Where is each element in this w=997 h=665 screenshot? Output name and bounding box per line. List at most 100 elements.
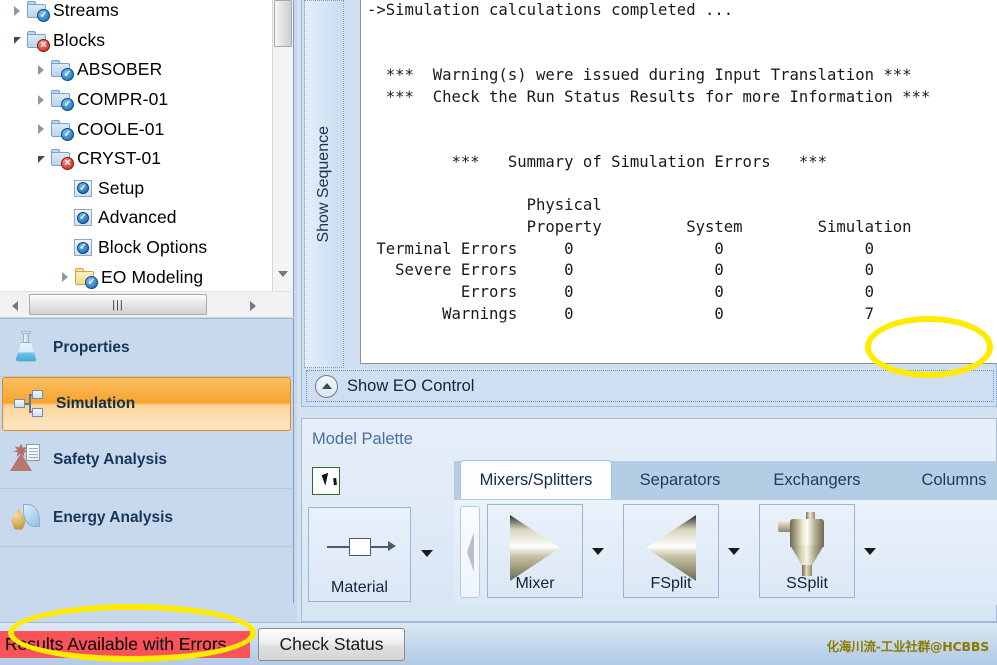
nav-item-label: Simulation [56,395,136,412]
ok-badge-icon: ✓ [37,9,50,23]
simulation-blocks-icon [12,387,46,421]
error-badge-icon: ✕ [61,157,74,171]
nav-item-energy-analysis[interactable]: Energy Analysis [0,489,293,547]
palette-tab-columns[interactable]: Columns [894,461,997,499]
palette-tab-exchangers[interactable]: Exchangers [754,461,880,499]
tree-item[interactable]: ✓ COMPR-01 [0,85,272,115]
expand-triangle-icon[interactable] [8,0,26,26]
status-bar: Results Available with Errors Check Stat… [0,622,997,665]
palette-block-dropdown-arrow-icon[interactable] [864,548,876,555]
tree-vertical-scrollbar[interactable] [272,0,293,291]
palette-scroll-left[interactable] [460,506,480,598]
expand-triangle-icon[interactable] [32,85,50,115]
palette-block-row: Mixer FSplit SSplit [454,499,997,605]
palette-block-fsplit[interactable]: FSplit [623,504,719,598]
scrollbar-grip-icon: ||| [112,298,124,311]
palette-tab-label: Separators [639,470,721,489]
tree-item[interactable]: ✓ Advanced [0,203,272,233]
mode-navigation-list: Properties Simulation Safety Analysis Energ… [0,318,294,603]
nav-item-properties[interactable]: Properties [0,319,293,377]
material-label: Material [331,579,388,596]
show-eo-control-label: Show EO Control [347,376,475,395]
palette-block-label: Mixer [515,575,555,592]
tree-item[interactable]: ✓ Block Options [0,233,272,263]
check-status-button[interactable]: Check Status [258,628,405,661]
tree-items-container: ✓ Streams ✕ Blocks ✓ ABSOBER ✓ COMPR-01 ✓ COOLE-0… [0,0,272,291]
ok-badge-icon: ✓ [61,98,74,112]
scroll-down-arrow-icon[interactable] [278,271,288,277]
tree-item-label: EO Modeling [101,266,204,287]
aspen-plus-window: ✓ Streams ✕ Blocks ✓ ABSOBER ✓ COMPR-01 ✓ COOLE-0… [0,0,997,665]
tree-item[interactable]: ✓ Setup [0,174,272,204]
energy-analysis-icon [9,501,43,535]
folder-blue-icon: ✕ [50,149,74,171]
material-stream-button[interactable]: Material [308,507,411,602]
watermark-text: 化海川流-工业社群@HCBBS [826,639,990,654]
fsplit-triangle-icon [646,515,696,581]
tree-item[interactable]: ✕ CRYST-01 [0,144,272,174]
palette-block-mixer[interactable]: Mixer [487,504,583,598]
scrollbar-thumb[interactable] [274,0,292,47]
navigation-tree[interactable]: ✓ Streams ✕ Blocks ✓ ABSOBER ✓ COMPR-01 ✓ COOLE-0… [0,0,294,291]
safety-analysis-icon [9,443,43,477]
nav-item-label: Energy Analysis [53,508,174,526]
palette-tab-label: Columns [921,470,987,489]
folder-blue-icon: ✓ [50,60,74,82]
flask-icon [9,330,43,365]
palette-block-dropdown-arrow-icon[interactable] [592,548,604,555]
status-badge: Results Available with Errors [0,631,250,658]
checkbox-page-icon: ✓ [74,179,93,198]
tree-item-label: ABSOBER [77,59,163,80]
material-stream-icon [327,534,397,560]
material-dropdown-arrow-icon[interactable] [421,550,433,557]
tree-item-label: COMPR-01 [77,89,169,110]
collapse-triangle-icon[interactable] [32,144,50,174]
show-eo-control-bar[interactable]: Show EO Control [306,370,994,402]
tree-item[interactable]: ✓ COOLE-01 [0,114,272,144]
checkbox-page-icon: ✓ [74,208,93,227]
palette-tab-separators[interactable]: Separators [618,461,742,499]
mixer-triangle-icon [510,515,560,581]
tree-item-label: CRYST-01 [77,148,162,169]
palette-block-label: SSplit [786,575,828,592]
simulation-output-text: ->Simulation calculations completed ... … [367,1,931,323]
checkbox-page-icon: ✓ [74,238,93,257]
tree-item-label: Block Options [98,237,208,258]
tree-item[interactable]: ✓ Streams [0,0,272,26]
model-palette: Model Palette Material Mixers/Splitters S… [301,418,997,622]
palette-tabstrip: Mixers/Splitters Separators Exchangers Colu… [454,460,997,500]
nav-item-simulation[interactable]: Simulation [2,377,291,431]
tree-item-label: Streams [53,0,119,21]
expand-triangle-icon[interactable] [32,55,50,85]
tree-item[interactable]: ✕ Blocks [0,26,272,56]
tree-horizontal-scrollbar[interactable]: ||| [0,291,294,317]
palette-block-ssplit[interactable]: SSplit [759,504,855,598]
scroll-left-arrow-icon[interactable] [12,301,18,311]
expand-triangle-icon[interactable] [32,114,50,144]
simulation-output-textpane[interactable]: ->Simulation calculations completed ... … [360,0,997,364]
tree-item[interactable]: ✓ ABSOBER [0,55,272,85]
error-badge-icon: ✕ [37,38,50,52]
tree-item[interactable]: ✓ EO Modeling [0,262,272,291]
folder-blue-icon: ✓ [50,119,74,141]
nav-item-safety-analysis[interactable]: Safety Analysis [0,431,293,489]
ok-badge-icon: ✓ [61,127,74,141]
tree-item-label: COOLE-01 [77,118,165,139]
collapse-triangle-icon[interactable] [8,26,26,56]
palette-block-dropdown-arrow-icon[interactable] [728,548,740,555]
show-sequence-tab[interactable]: Show Sequence [304,0,344,368]
control-panel: Show Sequence ->Simulation calculations … [301,0,997,407]
nav-item-label: Properties [53,338,130,356]
left-panel: ✓ Streams ✕ Blocks ✓ ABSOBER ✓ COMPR-01 ✓ COOLE-0… [0,0,297,665]
palette-tab-mixers-splitters[interactable]: Mixers/Splitters [460,460,612,500]
scroll-right-arrow-icon[interactable] [250,301,256,311]
expand-triangle-icon[interactable] [56,262,74,291]
select-arrow-tool[interactable] [312,467,340,495]
palette-block-label: FSplit [650,575,692,592]
cyclone-icon [776,511,838,581]
nav-item-label: Safety Analysis [53,450,168,468]
chevron-up-icon[interactable] [315,374,338,398]
hscrollbar-thumb[interactable]: ||| [29,294,207,315]
